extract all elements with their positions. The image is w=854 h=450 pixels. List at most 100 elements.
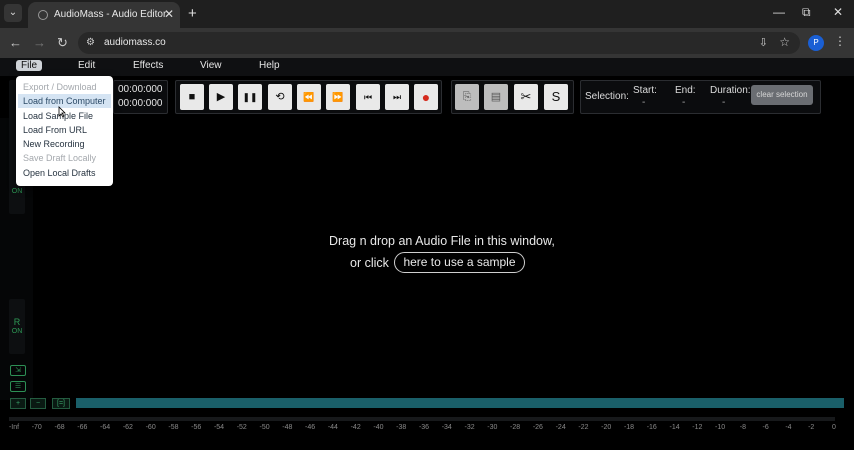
menu-edit[interactable]: Edit [78, 60, 95, 71]
db-tick-label: -32 [464, 424, 475, 431]
db-tick-label: -48 [282, 424, 293, 431]
file-menu-item: Export / Download [23, 82, 97, 92]
db-tick-label: -26 [532, 424, 543, 431]
browser-tab[interactable]: AudioMass - Audio Editor ✕ [28, 2, 180, 28]
left-channel-on[interactable]: ON [9, 188, 25, 195]
profile-avatar[interactable]: P [808, 35, 824, 51]
menu-help[interactable]: Help [259, 60, 280, 71]
db-tick-label: -54 [213, 424, 225, 431]
menu-effects[interactable]: Effects [133, 60, 163, 71]
skip-to-start-button[interactable]: ⏮ [356, 84, 380, 110]
bookmark-star-icon[interactable]: ☆ [779, 35, 790, 49]
db-tick-label: -34 [441, 424, 452, 431]
db-tick-label: -50 [259, 424, 270, 431]
db-tick-label: -28 [510, 424, 521, 431]
waveform-overview[interactable] [76, 398, 844, 408]
db-tick-label: -2 [808, 424, 815, 431]
back-button[interactable]: ← [9, 35, 22, 50]
db-tick-label: -56 [191, 424, 202, 431]
minimize-button[interactable]: — [773, 5, 785, 19]
install-app-icon[interactable]: ⇩ [759, 36, 768, 49]
selection-label: Selection: [585, 91, 629, 102]
db-tick-label: -18 [623, 424, 635, 431]
start-value: - [642, 97, 646, 108]
tab-list-button[interactable]: ⌄ [4, 4, 22, 22]
restore-button[interactable]: ⧉ [802, 5, 811, 20]
zoom-in-button[interactable]: + [10, 398, 26, 409]
duration-value: - [722, 97, 726, 108]
db-tick-label: -66 [77, 424, 88, 431]
browser-menu-icon[interactable]: ⋮ [834, 34, 846, 48]
expand-tracks-icon[interactable]: ⇲ [10, 365, 26, 376]
right-channel-on[interactable]: ON [9, 328, 25, 335]
db-tick-label: -22 [578, 424, 589, 431]
use-sample-button[interactable]: here to use a sample [394, 252, 525, 273]
address-bar[interactable]: ⚙ audiomass.co ⇩ ☆ [78, 32, 800, 54]
file-menu-item[interactable]: Load From URL [18, 123, 111, 137]
db-tick-label: -10 [715, 424, 726, 431]
end-value: - [682, 97, 686, 108]
mouse-cursor-icon [58, 106, 66, 118]
url-text[interactable]: audiomass.co [104, 37, 166, 48]
menu-view[interactable]: View [200, 60, 222, 71]
fast-forward-button[interactable]: ⏩ [326, 84, 350, 110]
reload-button[interactable]: ↻ [57, 35, 68, 51]
clear-selection-button[interactable]: clear selection [751, 85, 813, 105]
zoom-fit-button[interactable]: [=] [52, 398, 70, 409]
db-tick-label: -14 [669, 424, 680, 431]
new-tab-button[interactable]: + [188, 5, 197, 22]
copy-button[interactable]: ⎘ [455, 84, 479, 110]
zoom-out-button[interactable]: − [30, 398, 46, 409]
loop-button[interactable]: ⟲ [268, 84, 292, 110]
db-tick-label: -38 [396, 424, 407, 431]
play-button[interactable]: ▶ [209, 84, 233, 110]
site-info-icon[interactable]: ⚙ [86, 37, 95, 48]
rewind-button[interactable]: ⏪ [297, 84, 321, 110]
browser-tab-bar: ⌄ AudioMass - Audio Editor ✕ + — ⧉ ✕ [0, 0, 854, 28]
db-tick-label: -20 [601, 424, 612, 431]
horizontal-scrollbar[interactable] [9, 417, 835, 421]
db-tick-label: 0 [832, 424, 836, 431]
time-total: 00:00:000 [118, 98, 163, 109]
pause-button[interactable]: ❚❚ [238, 84, 262, 110]
menu-file[interactable]: File [16, 60, 43, 71]
db-tick-label: -4 [785, 424, 792, 431]
right-channel-label: R [13, 317, 21, 327]
cut-button[interactable]: ✂ [514, 84, 538, 110]
db-tick-label: -24 [555, 424, 566, 431]
app-menubar: File Edit Effects View Help [0, 58, 854, 76]
db-tick-label: -62 [122, 424, 133, 431]
file-menu-item[interactable]: Open Local Drafts [18, 166, 111, 180]
db-tick-label: -12 [692, 424, 703, 431]
db-tick-label: -30 [487, 424, 498, 431]
db-tick-label: -58 [168, 424, 179, 431]
paste-button[interactable]: ▤ [484, 84, 508, 110]
db-tick-label: -52 [236, 424, 247, 431]
globe-icon [38, 10, 48, 20]
tab-title: AudioMass - Audio Editor [54, 9, 167, 20]
file-menu-item[interactable]: New Recording [18, 137, 111, 151]
track-list-icon[interactable]: ☰ [10, 381, 26, 392]
duration-label: Duration: [710, 85, 751, 96]
end-label: End: [675, 85, 696, 96]
window-close-button[interactable]: ✕ [833, 5, 843, 19]
db-tick-label: -36 [418, 424, 430, 431]
db-tick-label: -46 [305, 424, 316, 431]
db-tick-label: -64 [100, 424, 111, 431]
db-tick-label: -8 [739, 424, 746, 431]
db-tick-label: -44 [327, 424, 338, 431]
forward-button[interactable]: → [33, 35, 46, 50]
db-scale: -Inf -70 -68 -66 -64 -62 -60 -58 -56 -54 -52 -50 -48… [0, 424, 854, 436]
time-current: 00:00:000 [118, 84, 163, 95]
db-tick-label: -6 [762, 424, 769, 431]
file-menu-item: Save Draft Locally [23, 153, 97, 163]
skip-to-end-button[interactable]: ⏭ [385, 84, 409, 110]
or-click-text: or click [350, 256, 389, 270]
db-tick-label: -16 [646, 424, 657, 431]
stop-button[interactable]: ■ [180, 84, 204, 110]
silence-button[interactable]: S [544, 84, 568, 110]
tab-close-icon[interactable]: ✕ [164, 7, 174, 21]
db-tick-label: -70 [31, 424, 42, 431]
record-button[interactable]: ● [414, 84, 438, 110]
start-label: Start: [633, 85, 657, 96]
